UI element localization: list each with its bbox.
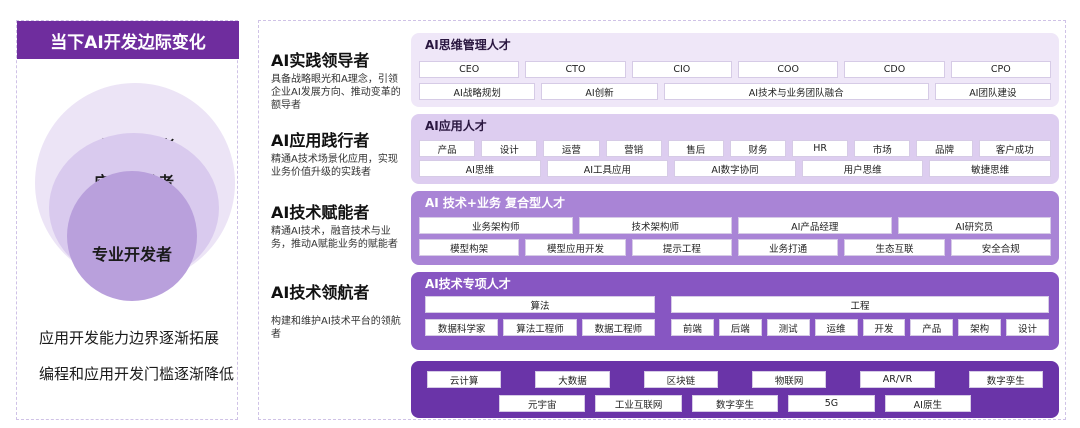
role-desc: 构建和维护AI技术平台的领航者 [271,316,401,340]
chip: AI产品经理 [738,217,892,234]
group-head: 算法 [425,296,655,313]
band-ai-tech-specialist: AI技术专项人才 算法 数据科学家 算法工程师 数据工程师 工程 前端 后端 测… [411,272,1059,350]
chip: 营销 [605,140,662,157]
band-title: AI应用人才 [425,119,487,133]
chip: 模型应用开发 [525,239,626,256]
chip: 区块链 [643,371,718,388]
group-items: 数据科学家 算法工程师 数据工程师 [425,319,655,336]
role-title: AI技术领航者 [271,283,370,302]
chip: CIO [631,61,732,78]
chip: CPO [950,61,1051,78]
circle-pro-developers: 专业开发者 [67,171,197,301]
role-title: AI实践领导者 [271,51,370,70]
chip: 架构 [958,319,1002,336]
chip: 用户思维 [801,160,924,177]
chip: 设计 [1006,319,1049,336]
chip: 运营 [543,140,600,157]
chip: 财务 [729,140,787,157]
role-desc: 精通A技术场景化应用，实现业务价值升级的实践者 [271,154,398,178]
band-row: CEO CTO CIO COO CDO CPO [419,61,1051,78]
chip: 后端 [718,319,762,336]
role-tech-navigator: AI技术领航者 构建和维护AI技术平台的领航者 [271,283,401,341]
band-row: 产品 设计 运营 营销 售后 财务 HR 市场 品牌 客户成功 [419,140,1051,157]
chip: 开发 [862,319,906,336]
chip: 数字孪生 [691,395,779,412]
chip: CEO [419,61,520,78]
chip: 算法工程师 [503,319,577,336]
role-tech-enabler: AI技术赋能者 精通AI技术，融音技术与业务，推动A赋能业务的赋能者 [271,203,401,251]
chip: AI原生 [884,395,972,412]
chip: AR/VR [860,371,935,388]
group-head: 工程 [671,296,1049,313]
band-row: AI战略规划 AI创新 AI技术与业务团队融合 AI团队建设 [419,83,1052,100]
band-title: AI 技术+业务 复合型人才 [425,196,566,210]
chip: AI研究员 [897,217,1051,234]
role-practice-leader: AI实践领导者 具备战略眼光和A理念，引领企业AI发展方向、推动变革的额导者 [271,51,401,112]
band-title: AI技术专项人才 [425,277,511,291]
band-ai-application: AI应用人才 产品 设计 运营 营销 售后 财务 HR 市场 品牌 客户成功 A… [411,114,1059,184]
group-algorithm: 算法 数据科学家 算法工程师 数据工程师 [425,296,655,336]
chip: COO [737,61,839,78]
left-note-2: 编程和应用开发门槛逐渐降低 [39,365,235,383]
role-desc: 具备战略眼光和A理念，引领企业AI发展方向、推动变革的额导者 [271,74,401,111]
chip: 大数据 [535,371,610,388]
chip: AI工具应用 [546,160,669,177]
chip: CDO [844,61,945,78]
chip: 物联网 [751,371,827,388]
chip: 业务架构师 [419,217,573,234]
chip: 客户成功 [978,140,1051,157]
chip: AI思维 [419,160,541,177]
chip: 测试 [766,319,810,336]
band-ai-thinking-management: AI思维管理人才 CEO CTO CIO COO CDO CPO AI战略规划 … [411,33,1059,107]
chip: 品牌 [916,140,973,157]
chip: 敏捷思维 [929,160,1051,177]
band-row: AI思维 AI工具应用 AI数字协同 用户思维 敏捷思维 [419,160,1051,177]
chip: 业务打通 [737,239,839,256]
chip: 市场 [854,140,911,157]
left-note-1: 应用开发能力边界逐渐拓展 [39,329,220,347]
chip: AI技术与业务团队融合 [663,83,929,100]
chip: 生态互联 [844,239,945,256]
role-desc: 精通AI技术，融音技术与业务，推动A赋能业务的赋能者 [271,226,398,250]
chip: 产品 [419,140,476,157]
chip: 工业互联网 [595,395,682,412]
chip: AI数字协同 [674,160,796,177]
band-tech-foundation: 云计算 大数据 区块链 物联网 AR/VR 数字孪生 元宇宙 工业互联网 数字孪… [411,361,1059,418]
chip: 数字孪生 [968,371,1043,388]
chip: 数据工程师 [581,319,655,336]
chip: 提示工程 [631,239,732,256]
chip: 模型构架 [419,239,520,256]
group-items: 前端 后端 测试 运维 开发 产品 架构 设计 [671,319,1049,336]
chip: 产品 [910,319,954,336]
chip: 安全合规 [950,239,1051,256]
chip: CTO [525,61,626,78]
band-row: 云计算 大数据 区块链 物联网 AR/VR 数字孪生 [427,371,1043,388]
band-title: AI思维管理人才 [425,38,511,52]
group-engineering: 工程 前端 后端 测试 运维 开发 产品 架构 设计 [671,296,1049,336]
role-title: AI应用践行者 [271,131,370,150]
right-panel: AI实践领导者 具备战略眼光和A理念，引领企业AI发展方向、推动变革的额导者 A… [258,20,1066,420]
chip: 前端 [671,319,714,336]
chip: 数据科学家 [425,319,499,336]
circle-label-pro: 专业开发者 [91,245,172,264]
chip: HR [792,140,849,157]
chip: AI团队建设 [934,83,1052,100]
band-row: 元宇宙 工业互联网 数字孪生 5G AI原生 [499,395,972,412]
chip: 元宇宙 [499,395,586,412]
chip: 运维 [814,319,858,336]
chip: 设计 [481,140,538,157]
role-title: AI技术赋能者 [271,203,370,222]
left-panel: 当下AI开发边际变化 全民开发者 应用开发者 专业开发者 应用开发能力边界逐渐拓… [16,20,239,420]
chip: 5G [788,395,875,412]
chip: 售后 [667,140,724,157]
band-row: 业务架构师 技术架构师 AI产品经理 AI研究员 [419,217,1051,234]
chip: 技术架构师 [578,217,732,234]
chip: AI战略规划 [419,83,536,100]
band-ai-tech-business-hybrid: AI 技术+业务 复合型人才 业务架构师 技术架构师 AI产品经理 AI研究员 … [411,191,1059,265]
left-title: 当下AI开发边际变化 [17,21,239,59]
role-application-practitioner: AI应用践行者 精通A技术场景化应用，实现业务价值升级的实践者 [271,131,401,179]
band-row: 模型构架 模型应用开发 提示工程 业务打通 生态互联 安全合规 [419,239,1051,256]
chip: AI创新 [541,83,658,100]
chip: 云计算 [427,371,502,388]
